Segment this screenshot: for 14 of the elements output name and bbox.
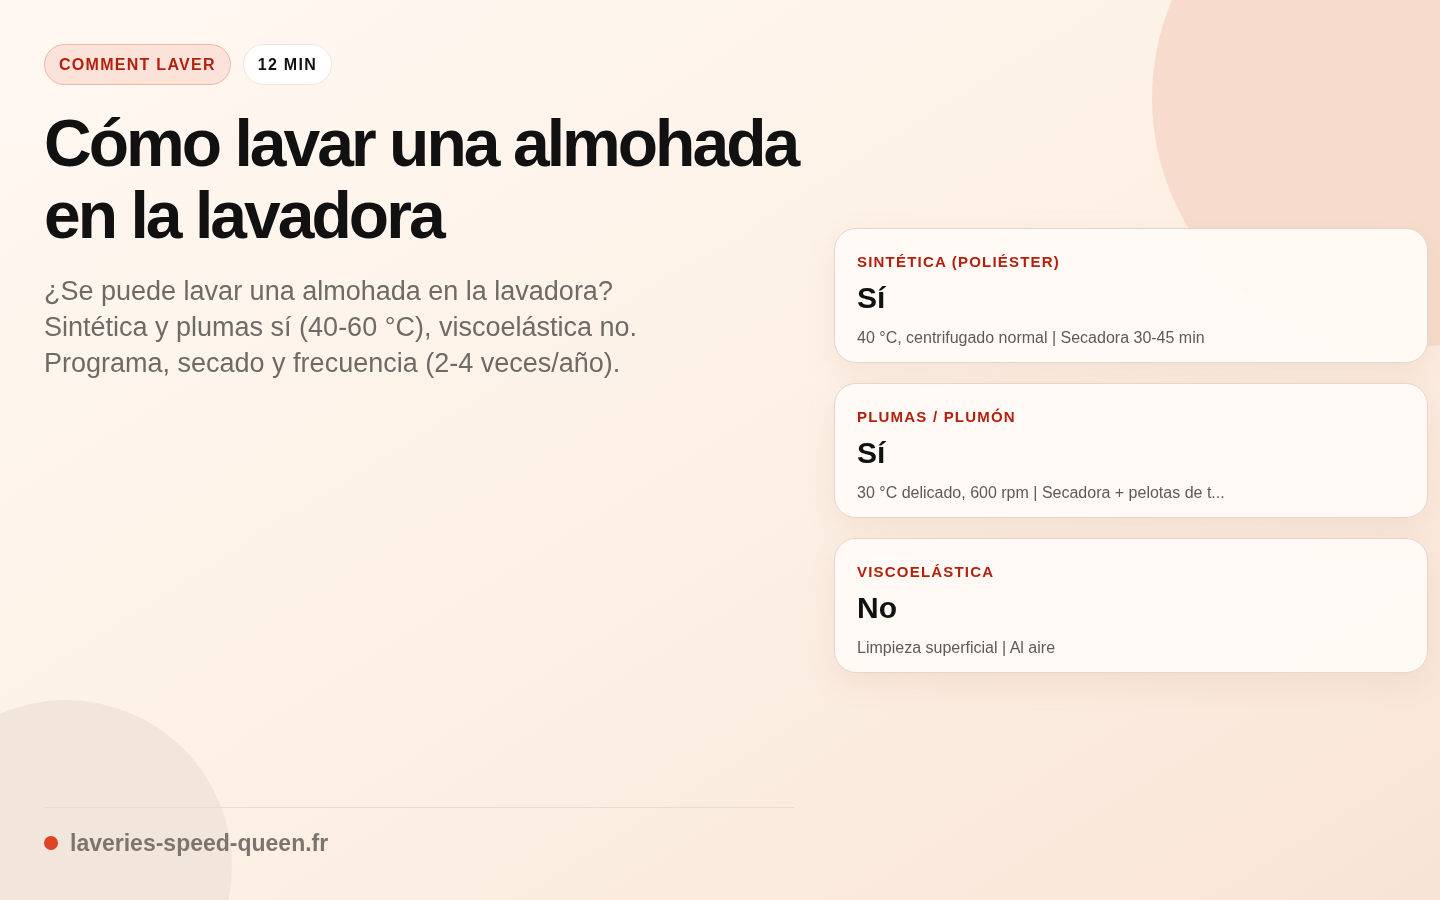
subtitle: ¿Se puede lavar una almohada en la lavadora? Sintética y plumas sí (40-60 °C), viscoelástica no. Programa, secado y frecuencia (2-4 veces/año). xyxy=(44,275,639,380)
card-detail: 30 °C delicado, 600 rpm | Secadora + pelotas de t... xyxy=(857,482,1226,503)
page-title: Cómo lavar una almohada en la lavadora xyxy=(44,107,800,251)
tag: 12 MIN xyxy=(242,44,333,85)
card-detail: 40 °C, centrifugado normal | Secadora 30-45 min xyxy=(857,327,1206,348)
site-address: laveries-speed-queen.fr xyxy=(70,828,329,858)
card-answer: No xyxy=(857,589,898,626)
card-label: PLUMAS / PLUMÓN xyxy=(857,407,1017,427)
card-answer: Sí xyxy=(857,279,887,316)
card-answer: Sí xyxy=(857,434,887,471)
card-label: VISCOELÁSTICA xyxy=(857,562,996,582)
card-detail: Limpieza superficial | Al aire xyxy=(857,637,1057,658)
card-label: SINTÉTICA (POLIÉSTER) xyxy=(857,252,1061,272)
tag: COMMENT LAVER xyxy=(44,44,231,85)
